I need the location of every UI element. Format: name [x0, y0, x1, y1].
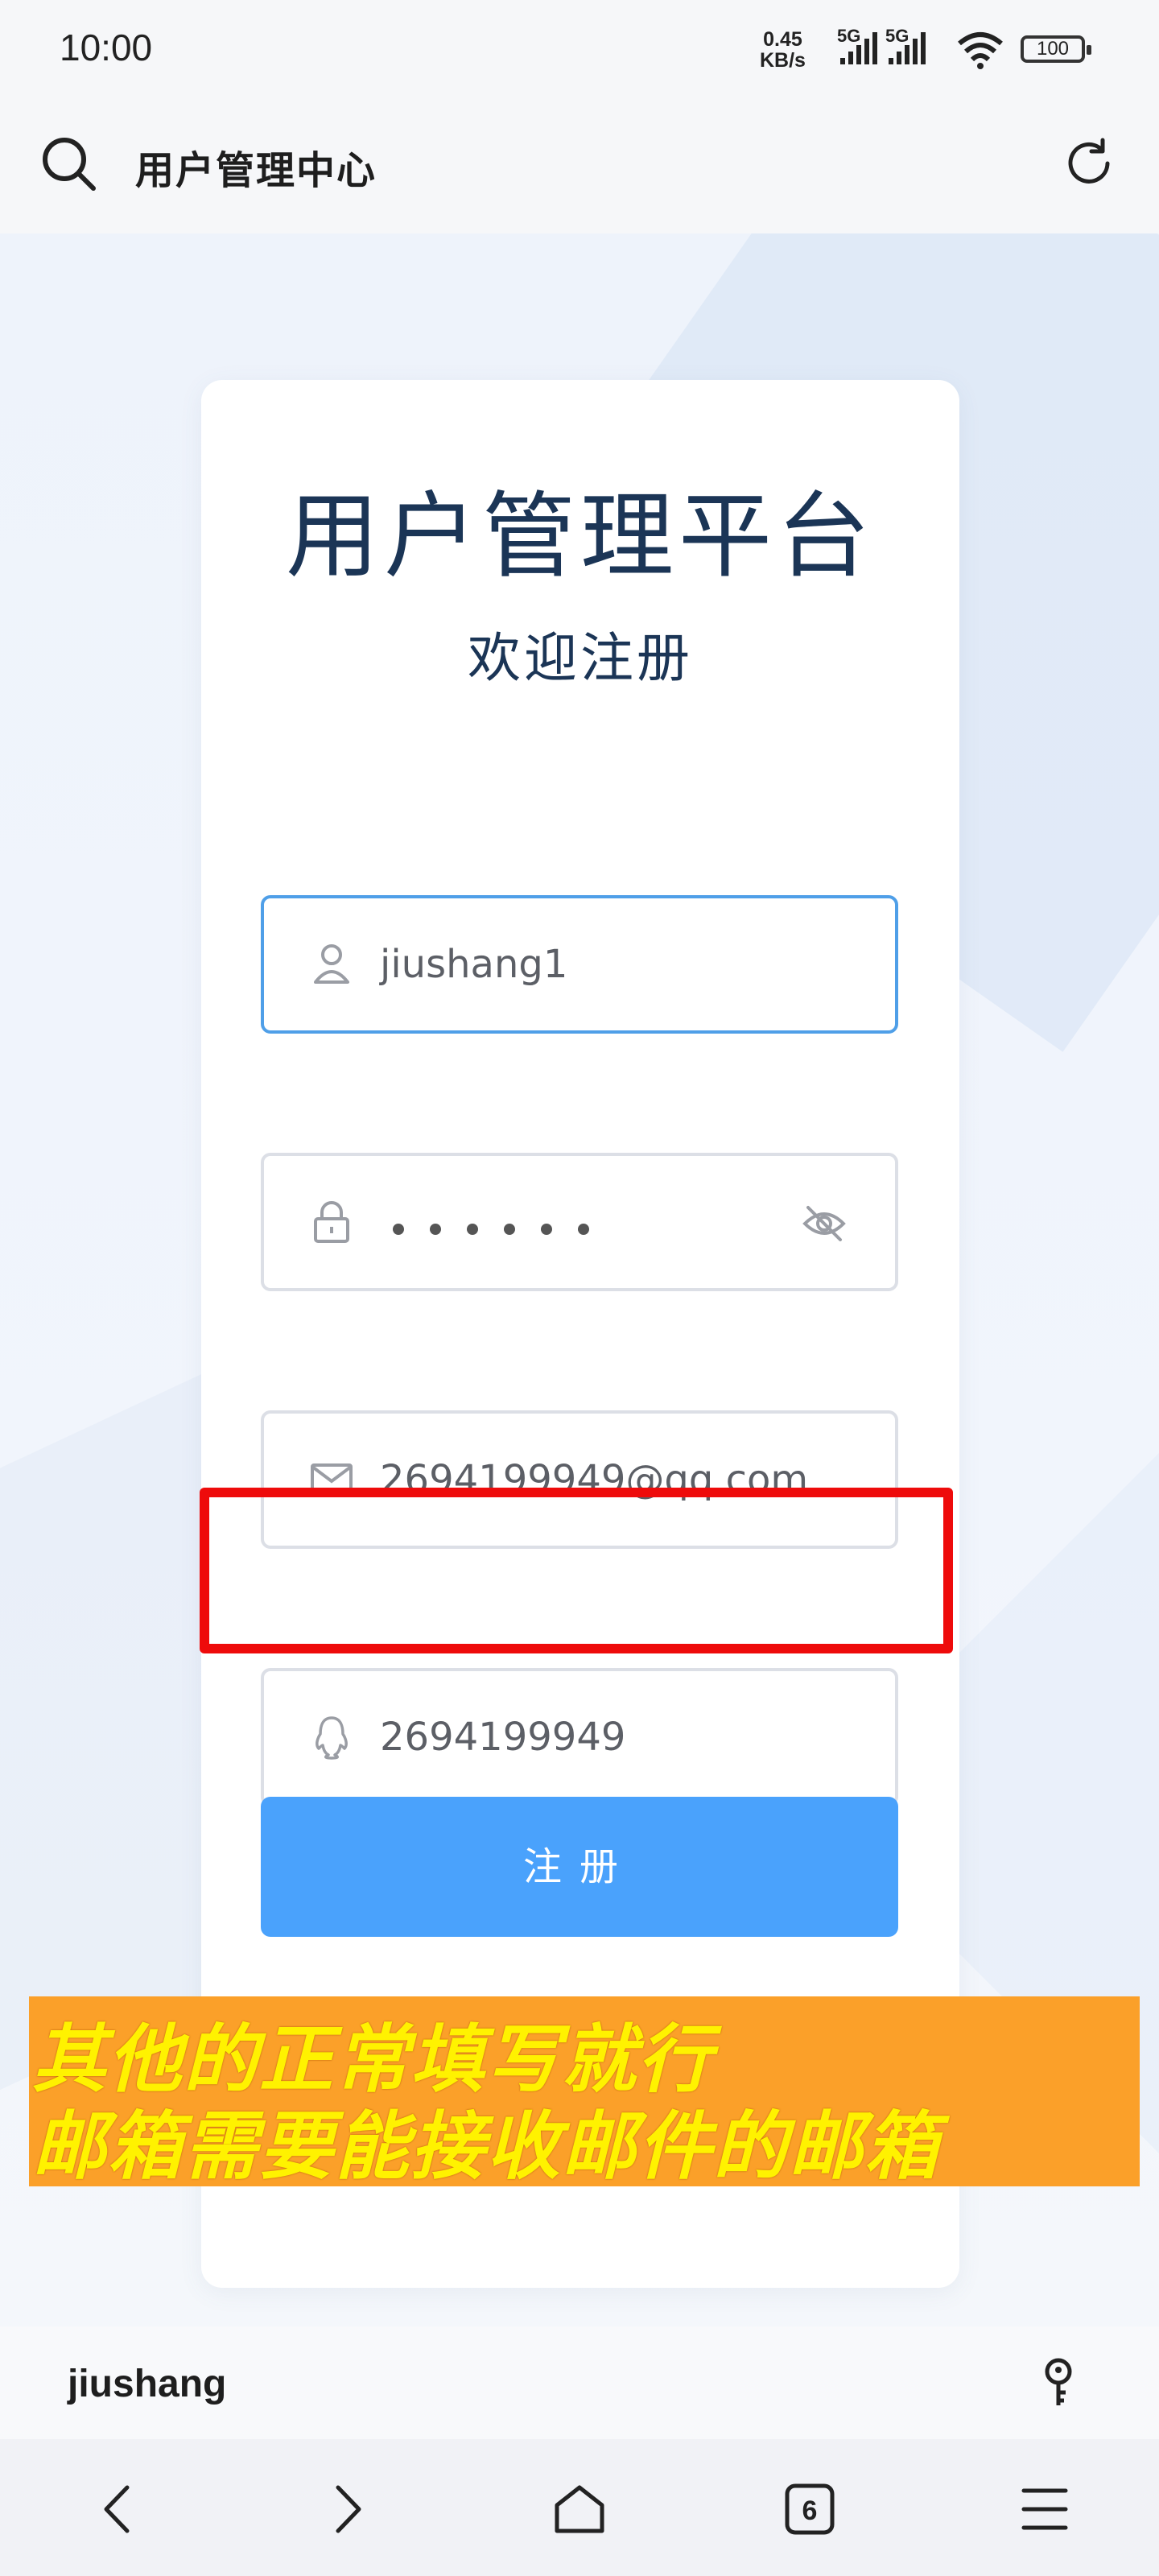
password-dot — [541, 1224, 552, 1235]
browser-info-bar: jiushang — [0, 2326, 1159, 2439]
password-field[interactable] — [261, 1153, 898, 1291]
annotation-line-2: 邮箱需要能接收邮件的邮箱 — [32, 2103, 941, 2190]
home-icon[interactable] — [551, 2481, 608, 2541]
password-dot — [393, 1224, 404, 1235]
password-dot — [504, 1224, 515, 1235]
network-speed-value: 0.45 — [763, 28, 802, 51]
battery-icon: 100 — [1021, 35, 1091, 63]
lock-icon — [306, 1196, 357, 1248]
page-content: 用户管理平台 欢迎注册 jiushang1 2694199949@qq.com … — [0, 233, 1159, 2326]
password-masked-value — [393, 1206, 589, 1235]
email-highlight-box — [200, 1488, 953, 1653]
wifi-icon — [956, 31, 1004, 72]
register-button[interactable]: 注册 — [261, 1797, 898, 1937]
site-name: jiushang — [68, 2363, 227, 2405]
qq-icon — [306, 1711, 357, 1763]
register-subtitle: 欢迎注册 — [468, 627, 693, 689]
page-title: 用户管理中心 — [135, 148, 377, 193]
annotation-banner: 其他的正常填写就行 邮箱需要能接收邮件的邮箱 — [29, 1996, 1140, 2190]
menu-icon[interactable] — [1019, 2481, 1070, 2541]
network-speed: 0.45 KB/s — [760, 29, 806, 71]
platform-title: 用户管理平台 — [286, 482, 875, 591]
password-dot — [467, 1224, 478, 1235]
forward-icon[interactable] — [322, 2481, 370, 2541]
back-icon[interactable] — [95, 2481, 143, 2541]
refresh-icon[interactable] — [1061, 135, 1117, 195]
user-icon — [306, 939, 357, 990]
password-dot — [578, 1224, 589, 1235]
qq-number-field[interactable]: 2694199949 — [261, 1668, 898, 1806]
hide-password-icon[interactable] — [800, 1199, 848, 1251]
status-bar: 10:00 0.45 KB/s 5G 5G 100 — [0, 0, 1159, 97]
browser-nav-bar: 6 — [0, 2439, 1159, 2576]
username-field[interactable]: jiushang1 — [261, 895, 898, 1034]
tab-count: 6 — [802, 2496, 818, 2526]
password-dot — [430, 1224, 441, 1235]
browser-top-bar: 用户管理中心 — [0, 97, 1159, 233]
key-icon[interactable] — [1037, 2355, 1080, 2415]
network-speed-unit: KB/s — [760, 49, 806, 72]
tabs-icon[interactable]: 6 — [784, 2481, 835, 2541]
username-value: jiushang1 — [380, 942, 568, 987]
qq-number-value: 2694199949 — [380, 1715, 626, 1760]
status-time: 10:00 — [60, 27, 153, 68]
search-icon[interactable] — [40, 135, 98, 196]
